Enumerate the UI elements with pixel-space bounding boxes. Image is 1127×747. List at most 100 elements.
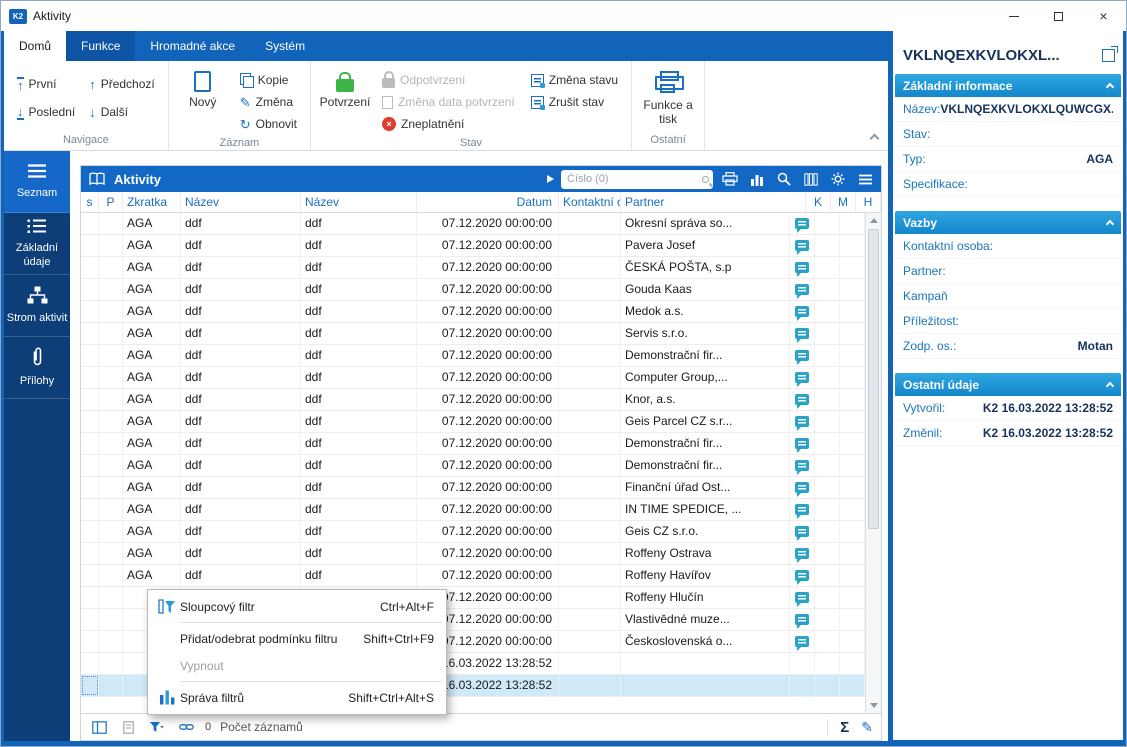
expand-arrow-icon[interactable] [547,175,554,183]
copy-button[interactable]: Kopie [235,69,302,91]
chat-bubble-icon[interactable] [795,218,809,229]
scrollbar-thumb[interactable] [868,229,879,529]
search-input[interactable] [567,173,702,185]
table-row[interactable]: AGAddfddf07.12.2020 00:00:00IN TIME SPED… [81,499,865,521]
minimize-button[interactable] [991,1,1036,31]
table-row[interactable]: AGAddfddf07.12.2020 00:00:00Knor, a.s. [81,389,865,411]
field-label[interactable]: Typ: [903,152,926,166]
chat-bubble-icon[interactable] [795,526,809,537]
field-label[interactable]: Kontaktní osoba: [903,239,993,253]
column-header[interactable]: Název [301,192,417,212]
context-menu-item-pridat-odebrat-podminku[interactable]: Přidat/odebrat podmínku filtruShift+Ctrl… [148,625,446,652]
column-header[interactable]: H [856,192,881,212]
columns-icon[interactable] [801,169,821,189]
table-row[interactable]: AGAddfddf07.12.2020 00:00:00Demonstrační… [81,345,865,367]
collapse-chevron-icon[interactable] [1106,382,1114,390]
chat-bubble-icon[interactable] [795,372,809,383]
table-row[interactable]: AGAddfddf07.12.2020 00:00:00Geis CZ s.r.… [81,521,865,543]
chat-bubble-icon[interactable] [795,306,809,317]
table-row[interactable]: AGAddfddf07.12.2020 00:00:00ČESKÁ POŠTA,… [81,257,865,279]
previous-button[interactable]: ↑Předchozí [84,73,160,95]
table-row[interactable]: AGAddfddf07.12.2020 00:00:00Roffeny Ostr… [81,543,865,565]
functions-print-button[interactable]: Funkce a tisk [640,65,696,126]
field-label[interactable]: Specifikace: [903,177,968,191]
chat-bubble-icon[interactable] [795,262,809,273]
chat-bubble-icon[interactable] [795,636,809,647]
table-row[interactable]: AGAddfddf07.12.2020 00:00:00Pavera Josef [81,235,865,257]
chat-bubble-icon[interactable] [795,394,809,405]
field-label[interactable]: Zodp. os.: [903,339,956,353]
chat-bubble-icon[interactable] [795,350,809,361]
field-label[interactable]: Stav: [903,127,930,141]
field-label[interactable]: Změnil: [903,426,942,440]
chat-bubble-icon[interactable] [795,482,809,493]
link-icon[interactable] [176,717,196,737]
section-header[interactable]: Vazby [895,211,1121,234]
chat-bubble-icon[interactable] [795,328,809,339]
open-in-window-icon[interactable] [1102,49,1115,62]
column-header[interactable]: P [99,192,123,212]
scroll-down-icon[interactable] [866,698,881,713]
chart-icon[interactable] [747,169,767,189]
sidebar-item-zakladni-udaje[interactable]: Základní údaje [4,213,70,275]
chat-bubble-icon[interactable] [795,460,809,471]
chat-bubble-icon[interactable] [795,570,809,581]
column-header[interactable]: s [81,192,99,212]
chat-bubble-icon[interactable] [795,504,809,515]
column-header[interactable]: Partner [621,192,806,212]
sum-icon[interactable]: Σ [840,719,849,736]
collapse-chevron-icon[interactable] [1106,220,1114,228]
column-header[interactable]: Datum [417,192,559,212]
new-button[interactable]: Nový [177,65,229,109]
first-button[interactable]: ↑První [12,73,80,95]
column-header[interactable]: Název [181,192,301,212]
column-header[interactable]: M [831,192,856,212]
table-row[interactable]: AGAddfddf07.12.2020 00:00:00Geis Parcel … [81,411,865,433]
edit-icon[interactable]: ✎ [861,719,873,736]
sidebar-item-strom-aktivit[interactable]: Strom aktivit [4,275,70,337]
scroll-up-icon[interactable] [866,213,881,228]
ribbon-tab-system[interactable]: Systém [250,31,320,61]
data-search-icon[interactable] [774,169,794,189]
column-header[interactable]: K [806,192,831,212]
chat-bubble-icon[interactable] [795,416,809,427]
change-state-button[interactable]: Změna stavu [526,69,623,91]
field-label[interactable]: Příležitost: [903,314,959,328]
field-label[interactable]: Vytvořil: [903,401,945,415]
field-label[interactable]: Kampaň [903,289,948,303]
chat-bubble-icon[interactable] [795,548,809,559]
table-row[interactable]: AGAddfddf07.12.2020 00:00:00Gouda Kaas [81,279,865,301]
table-row[interactable]: AGAddfddf07.12.2020 00:00:00Medok a.s. [81,301,865,323]
menu-icon[interactable] [855,169,875,189]
ribbon-tab-domu[interactable]: Domů [4,31,66,61]
collapse-ribbon-icon[interactable] [870,134,880,144]
table-row[interactable]: AGAddfddf07.12.2020 00:00:00Finanční úřa… [81,477,865,499]
settings-gear-icon[interactable] [828,169,848,189]
chat-bubble-icon[interactable] [795,592,809,603]
print-icon[interactable] [720,169,740,189]
column-header[interactable]: Kontaktní o [559,192,621,212]
collapse-chevron-icon[interactable] [1106,83,1114,91]
chat-bubble-icon[interactable] [795,240,809,251]
invalidate-button[interactable]: ×Zneplatnění [377,113,520,135]
table-view-icon[interactable] [89,717,109,737]
section-header[interactable]: Ostatní údaje [895,373,1121,396]
filter-icon[interactable] [147,717,167,737]
chat-bubble-icon[interactable] [795,438,809,449]
last-button[interactable]: ↓Poslední [12,101,80,123]
change-button[interactable]: ✎Změna [235,91,302,113]
chat-bubble-icon[interactable] [795,614,809,625]
table-row[interactable]: AGAddfddf07.12.2020 00:00:00Okresní sprá… [81,213,865,235]
maximize-button[interactable] [1036,1,1081,31]
confirm-button[interactable]: Potvrzení [319,65,371,109]
field-label[interactable]: Partner: [903,264,946,278]
sidebar-item-seznam[interactable]: Seznam [4,151,70,213]
field-label[interactable]: Název: [903,102,940,116]
chat-bubble-icon[interactable] [795,284,809,295]
close-button[interactable]: × [1081,1,1126,31]
cancel-state-button[interactable]: Zrušit stav [526,91,623,113]
vertical-scrollbar[interactable] [865,213,881,713]
context-menu-item-sprava-filtru[interactable]: Správa filtrůShift+Ctrl+Alt+S [148,684,446,711]
table-row[interactable]: AGAddfddf07.12.2020 00:00:00Computer Gro… [81,367,865,389]
section-header[interactable]: Základní informace [895,74,1121,97]
